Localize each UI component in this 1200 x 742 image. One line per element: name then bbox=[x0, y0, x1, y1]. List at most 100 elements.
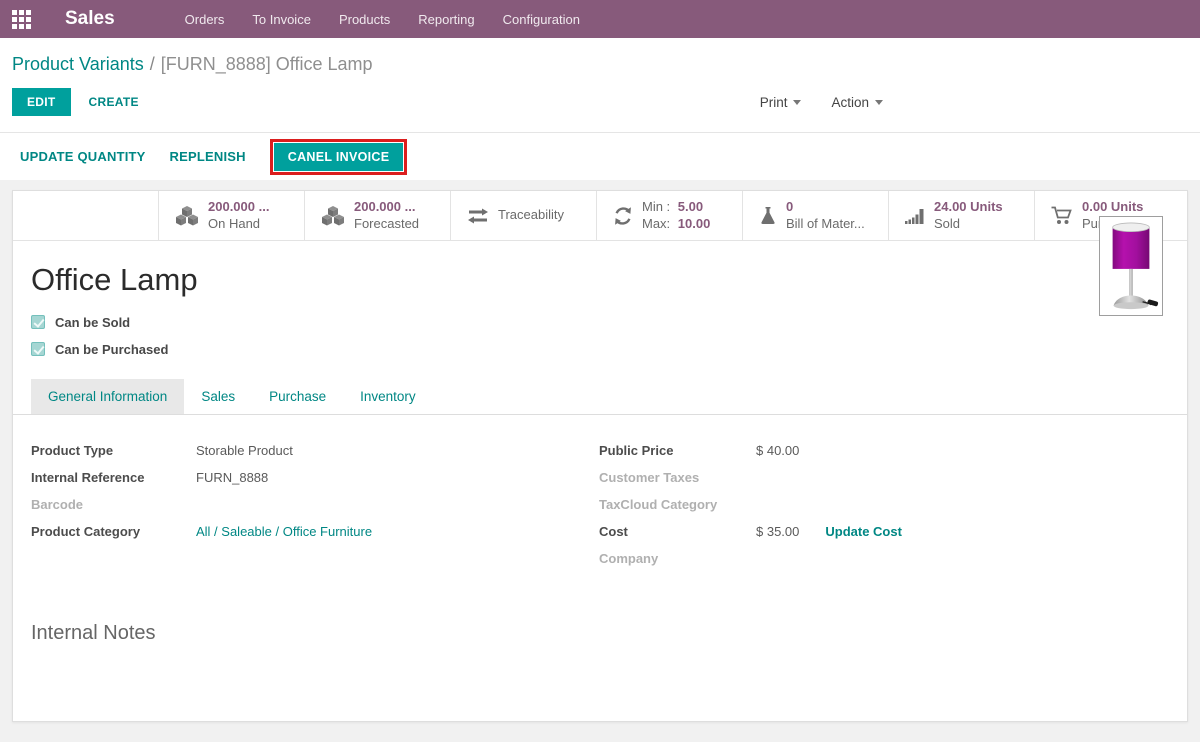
forecasted-label: Forecasted bbox=[354, 216, 419, 233]
field-label: Cost bbox=[599, 524, 756, 539]
general-information-panel: Product Type Storable Product Internal R… bbox=[13, 415, 1187, 578]
tab-inventory[interactable]: Inventory bbox=[343, 379, 433, 414]
field-label: Public Price bbox=[599, 443, 756, 458]
field-company: Company bbox=[599, 551, 1169, 569]
notebook-tabs: General Information Sales Purchase Inven… bbox=[13, 379, 1187, 415]
internal-notes-section: Internal Notes bbox=[13, 578, 1187, 645]
tab-general-information[interactable]: General Information bbox=[31, 379, 184, 414]
caret-down-icon bbox=[875, 100, 883, 105]
stat-button-forecasted[interactable]: 200.000 ... Forecasted bbox=[305, 191, 451, 240]
stat-button-reordering-rules[interactable]: Min : 5.00 Max: 10.00 bbox=[597, 191, 743, 240]
annotation-highlight-box: CANEL INVOICE bbox=[270, 139, 408, 175]
field-value: Storable Product bbox=[196, 443, 293, 458]
product-title: Office Lamp bbox=[31, 261, 1163, 299]
stat-button-on-hand[interactable]: 200.000 ... On Hand bbox=[159, 191, 305, 240]
purchased-value: 0.00 Units bbox=[1082, 199, 1144, 216]
sold-value: 24.00 Units bbox=[934, 199, 1003, 216]
min-value: 5.00 bbox=[678, 199, 703, 214]
can-be-purchased-checkbox[interactable] bbox=[31, 342, 45, 356]
breadcrumb-separator: / bbox=[144, 54, 161, 74]
max-value: 10.00 bbox=[678, 216, 711, 231]
bar-chart-icon bbox=[905, 208, 925, 224]
field-customer-taxes: Customer Taxes bbox=[599, 470, 1169, 488]
breadcrumb: Product Variants/[FURN_8888] Office Lamp bbox=[12, 38, 1188, 76]
stat-button-row: 200.000 ... On Hand 200.000 ... Forecast… bbox=[13, 191, 1187, 241]
stat-row-spacer bbox=[13, 191, 159, 240]
content-area: 200.000 ... On Hand 200.000 ... Forecast… bbox=[0, 180, 1200, 742]
product-header: Office Lamp Can be Sold Can be Purchased bbox=[13, 241, 1187, 357]
update-cost-link[interactable]: Update Cost bbox=[825, 524, 902, 539]
can-be-purchased-label: Can be Purchased bbox=[55, 342, 168, 357]
bom-label: Bill of Mater... bbox=[786, 216, 865, 233]
nav-menu: Orders To Invoice Products Reporting Con… bbox=[185, 12, 580, 27]
tab-sales[interactable]: Sales bbox=[184, 379, 252, 414]
refresh-icon bbox=[613, 206, 633, 226]
min-label: Min : bbox=[642, 199, 670, 214]
form-sheet: 200.000 ... On Hand 200.000 ... Forecast… bbox=[12, 190, 1188, 722]
nav-item-to-invoice[interactable]: To Invoice bbox=[252, 12, 311, 27]
field-internal-reference: Internal Reference FURN_8888 bbox=[31, 470, 599, 488]
app-name[interactable]: Sales bbox=[65, 8, 115, 30]
top-navbar: Sales Orders To Invoice Products Reporti… bbox=[0, 0, 1200, 38]
field-barcode: Barcode bbox=[31, 497, 599, 515]
can-be-purchased-row: Can be Purchased bbox=[31, 341, 1163, 357]
field-label: Internal Reference bbox=[31, 470, 196, 485]
action-dropdown-label: Action bbox=[831, 95, 869, 110]
sold-label: Sold bbox=[934, 216, 1003, 233]
stat-button-traceability[interactable]: Traceability bbox=[451, 191, 597, 240]
caret-down-icon bbox=[793, 100, 801, 105]
nav-item-configuration[interactable]: Configuration bbox=[503, 12, 580, 27]
can-be-sold-checkbox[interactable] bbox=[31, 315, 45, 329]
create-button[interactable]: CREATE bbox=[89, 95, 139, 109]
tab-purchase[interactable]: Purchase bbox=[252, 379, 343, 414]
field-label: TaxCloud Category bbox=[599, 497, 756, 512]
edit-button[interactable]: EDIT bbox=[12, 88, 71, 116]
print-dropdown-label: Print bbox=[760, 95, 788, 110]
field-product-category: Product Category All / Saleable / Office… bbox=[31, 524, 599, 542]
can-be-sold-row: Can be Sold bbox=[31, 314, 1163, 330]
flask-icon bbox=[759, 206, 777, 226]
nav-item-orders[interactable]: Orders bbox=[185, 12, 225, 27]
exchange-icon bbox=[467, 208, 489, 224]
field-cost: Cost $ 35.00 Update Cost bbox=[599, 524, 1169, 542]
control-panel: Product Variants/[FURN_8888] Office Lamp… bbox=[0, 38, 1200, 132]
on-hand-label: On Hand bbox=[208, 216, 269, 233]
fields-left-column: Product Type Storable Product Internal R… bbox=[31, 443, 599, 578]
field-public-price: Public Price $ 40.00 bbox=[599, 443, 1169, 461]
breadcrumb-current-record: [FURN_8888] Office Lamp bbox=[161, 54, 373, 74]
on-hand-value: 200.000 ... bbox=[208, 199, 269, 216]
replenish-button[interactable]: REPLENISH bbox=[170, 149, 246, 164]
max-label: Max: bbox=[642, 216, 670, 231]
can-be-sold-label: Can be Sold bbox=[55, 315, 130, 330]
stat-button-bill-of-materials[interactable]: 0 Bill of Mater... bbox=[743, 191, 889, 240]
nav-item-products[interactable]: Products bbox=[339, 12, 390, 27]
lamp-image bbox=[1101, 218, 1161, 314]
cubes-icon bbox=[175, 205, 199, 227]
product-image[interactable] bbox=[1099, 216, 1163, 316]
apps-grid-icon[interactable] bbox=[12, 10, 31, 29]
update-quantity-button[interactable]: UPDATE QUANTITY bbox=[20, 149, 146, 164]
cubes-icon bbox=[321, 205, 345, 227]
field-label: Barcode bbox=[31, 497, 196, 512]
traceability-label: Traceability bbox=[498, 207, 564, 224]
action-dropdown[interactable]: Action bbox=[831, 95, 883, 110]
cancel-invoice-button[interactable]: CANEL INVOICE bbox=[274, 143, 404, 171]
field-value: FURN_8888 bbox=[196, 470, 268, 485]
print-dropdown[interactable]: Print bbox=[760, 95, 802, 110]
bom-count-value: 0 bbox=[786, 199, 865, 216]
field-label: Product Type bbox=[31, 443, 196, 458]
breadcrumb-product-variants[interactable]: Product Variants bbox=[12, 54, 144, 74]
field-label: Customer Taxes bbox=[599, 470, 756, 485]
field-label: Product Category bbox=[31, 524, 196, 539]
internal-notes-heading: Internal Notes bbox=[31, 622, 1169, 645]
stat-button-sold[interactable]: 24.00 Units Sold bbox=[889, 191, 1035, 240]
field-product-type: Product Type Storable Product bbox=[31, 443, 599, 461]
field-label: Company bbox=[599, 551, 756, 566]
field-value: $ 40.00 bbox=[756, 443, 799, 458]
cart-icon bbox=[1051, 206, 1073, 225]
forecasted-value: 200.000 ... bbox=[354, 199, 419, 216]
product-category-link[interactable]: All / Saleable / Office Furniture bbox=[196, 524, 372, 539]
nav-item-reporting[interactable]: Reporting bbox=[418, 12, 474, 27]
field-taxcloud-category: TaxCloud Category bbox=[599, 497, 1169, 515]
fields-right-column: Public Price $ 40.00 Customer Taxes TaxC… bbox=[599, 443, 1169, 578]
